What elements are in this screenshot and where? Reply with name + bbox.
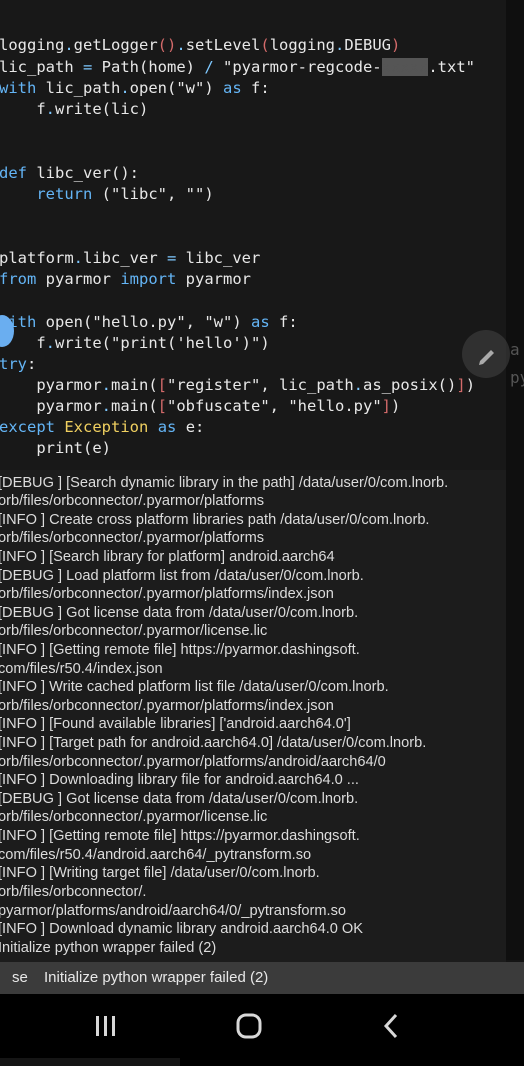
code-editor[interactable]: logging.getLogger().setLevel(logging.DEB… <box>0 0 506 470</box>
log-line: [DEBUG ] [Search dynamic library in the … <box>0 475 449 491</box>
log-line: com/files/r50.4/index.json <box>0 661 163 677</box>
log-line: [INFO ] [Writing target file] /data/user… <box>0 865 320 881</box>
status-message: Initialize python wrapper failed (2) <box>44 969 269 986</box>
log-line: com/files/r50.4/android.aarch64/_pytrans… <box>0 847 312 863</box>
code-line: platform.libc_ver = libc_ver <box>0 249 261 267</box>
log-line: orb/files/orbconnector/.pyarmor/platform… <box>0 586 334 602</box>
code-line: except Exception as e: <box>0 418 205 436</box>
log-line: orb/files/orbconnector/. <box>0 884 147 900</box>
code-line: logging.getLogger().setLevel(logging.DEB… <box>0 36 401 54</box>
code-line: from pyarmor import pyarmor <box>0 270 251 288</box>
log-line: [INFO ] [Found available libraries] ['an… <box>0 716 351 732</box>
log-line: [INFO ] Download dynamic library android… <box>0 921 364 937</box>
console-output[interactable]: [DEBUG ] [Search dynamic library in the … <box>0 470 506 962</box>
back-button[interactable] <box>372 1008 412 1044</box>
recent-apps-button[interactable] <box>86 1008 126 1044</box>
home-icon <box>236 1013 262 1039</box>
status-snackbar: se Initialize python wrapper failed (2) <box>0 962 524 994</box>
code-line: try: <box>0 355 37 373</box>
code-line: pyarmor.main(["obfuscate", "hello.py"]) <box>0 397 401 415</box>
recent-apps-icon <box>96 1016 115 1036</box>
log-line: [DEBUG ] Got license data from /data/use… <box>0 791 359 807</box>
log-line: [INFO ] Write cached platform list file … <box>0 679 389 695</box>
log-line: [DEBUG ] Got license data from /data/use… <box>0 605 359 621</box>
code-line: with open("hello.py", "w") as f: <box>0 313 298 331</box>
bottom-edge <box>0 1058 180 1066</box>
log-line: orb/files/orbconnector/.pyarmor/license.… <box>0 809 268 825</box>
log-line: Initialize python wrapper failed (2) <box>0 940 217 956</box>
log-line: orb/files/orbconnector/.pyarmor/platform… <box>0 698 334 714</box>
home-button[interactable] <box>229 1008 269 1044</box>
log-line: pyarmor/platforms/android/aarch64/0/_pyt… <box>0 903 346 919</box>
ghost-text: py <box>510 368 524 387</box>
log-line: orb/files/orbconnector/.pyarmor/platform… <box>0 493 265 509</box>
code-line: def libc_ver(): <box>0 164 139 182</box>
code-line: print(e) <box>0 439 111 457</box>
log-line: [INFO ] [Getting remote file] https://py… <box>0 828 360 844</box>
log-line: orb/files/orbconnector/.pyarmor/platform… <box>0 754 386 770</box>
side-margin <box>506 0 524 960</box>
pencil-icon <box>479 350 494 365</box>
log-line: [INFO ] [Target path for android.aarch64… <box>0 735 427 751</box>
log-line: orb/files/orbconnector/.pyarmor/platform… <box>0 530 265 546</box>
code-line: f.write(lic) <box>0 100 149 118</box>
edit-button[interactable] <box>462 330 510 378</box>
code-line: pyarmor.main(["register", lic_path.as_po… <box>0 376 476 394</box>
code-line: f.write("print('hello')") <box>0 334 270 352</box>
status-tag: se <box>12 969 28 986</box>
code-line: lic_path = Path(home) / "pyarmor-regcode… <box>0 58 475 76</box>
log-line: [INFO ] Create cross platform libraries … <box>0 512 430 528</box>
code-line: return ("libc", "") <box>36 185 214 203</box>
log-line: [INFO ] [Getting remote file] https://py… <box>0 642 360 658</box>
ghost-text: a <box>510 340 520 359</box>
code-line: with lic_path.open("w") as f: <box>0 79 270 97</box>
back-icon <box>383 1013 398 1039</box>
log-line: [INFO ] [Search library for platform] an… <box>0 549 335 565</box>
log-line: [INFO ] Downloading library file for and… <box>0 772 359 788</box>
system-nav-bar <box>0 994 524 1066</box>
log-line: [DEBUG ] Load platform list from /data/u… <box>0 568 364 584</box>
log-line: orb/files/orbconnector/.pyarmor/license.… <box>0 623 268 639</box>
